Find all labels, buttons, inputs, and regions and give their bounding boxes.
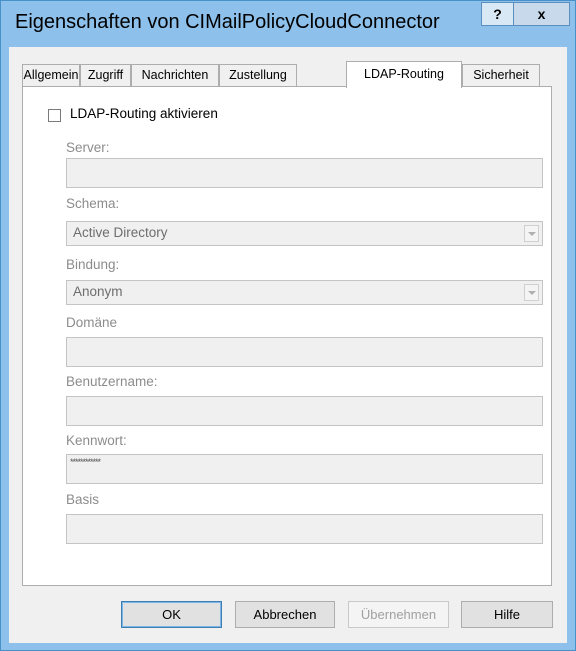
- domain-field[interactable]: [66, 337, 543, 367]
- cancel-button[interactable]: Abbrechen: [235, 601, 335, 628]
- tab-allgemein[interactable]: Allgemein: [22, 64, 80, 86]
- password-masked-value: ************: [70, 457, 101, 467]
- username-label: Benutzername:: [66, 374, 158, 389]
- binding-label: Bindung:: [66, 257, 120, 272]
- chevron-down-icon[interactable]: [524, 284, 539, 301]
- help-icon[interactable]: ?: [481, 2, 514, 26]
- title-bar[interactable]: Eigenschaften von CIMailPolicyCloudConne…: [1, 1, 575, 47]
- tab-zugriff[interactable]: Zugriff: [80, 64, 131, 86]
- server-label: Server:: [66, 140, 110, 155]
- schema-label: Schema:: [66, 196, 120, 211]
- binding-selected-value: Anonym: [73, 284, 123, 299]
- help-button[interactable]: Hilfe: [461, 601, 553, 628]
- ldap-routing-checkbox[interactable]: [48, 109, 61, 122]
- schema-select[interactable]: Active Directory: [66, 221, 543, 246]
- tab-zustellung[interactable]: Zustellung: [219, 64, 297, 86]
- password-field[interactable]: ************: [66, 454, 543, 484]
- base-field[interactable]: [66, 514, 543, 544]
- tab-sicherheit[interactable]: Sicherheit: [462, 64, 540, 86]
- ldap-routing-checkbox-label[interactable]: LDAP-Routing aktivieren: [70, 106, 218, 121]
- tab-ldap-routing[interactable]: LDAP-Routing: [346, 61, 462, 88]
- base-label: Basis: [66, 492, 100, 507]
- binding-select[interactable]: Anonym: [66, 280, 543, 305]
- schema-selected-value: Active Directory: [73, 225, 168, 240]
- ok-button[interactable]: OK: [121, 601, 222, 628]
- close-icon[interactable]: x: [514, 2, 570, 26]
- window-title: Eigenschaften von CIMailPolicyCloudConne…: [15, 11, 440, 33]
- username-field[interactable]: [66, 396, 543, 426]
- chevron-down-icon[interactable]: [524, 225, 539, 242]
- tab-nachrichten[interactable]: Nachrichten: [131, 64, 219, 86]
- password-label: Kennwort:: [66, 433, 127, 448]
- domain-label: Domäne: [66, 315, 118, 330]
- apply-button[interactable]: Übernehmen: [348, 601, 449, 628]
- server-field[interactable]: [66, 158, 543, 188]
